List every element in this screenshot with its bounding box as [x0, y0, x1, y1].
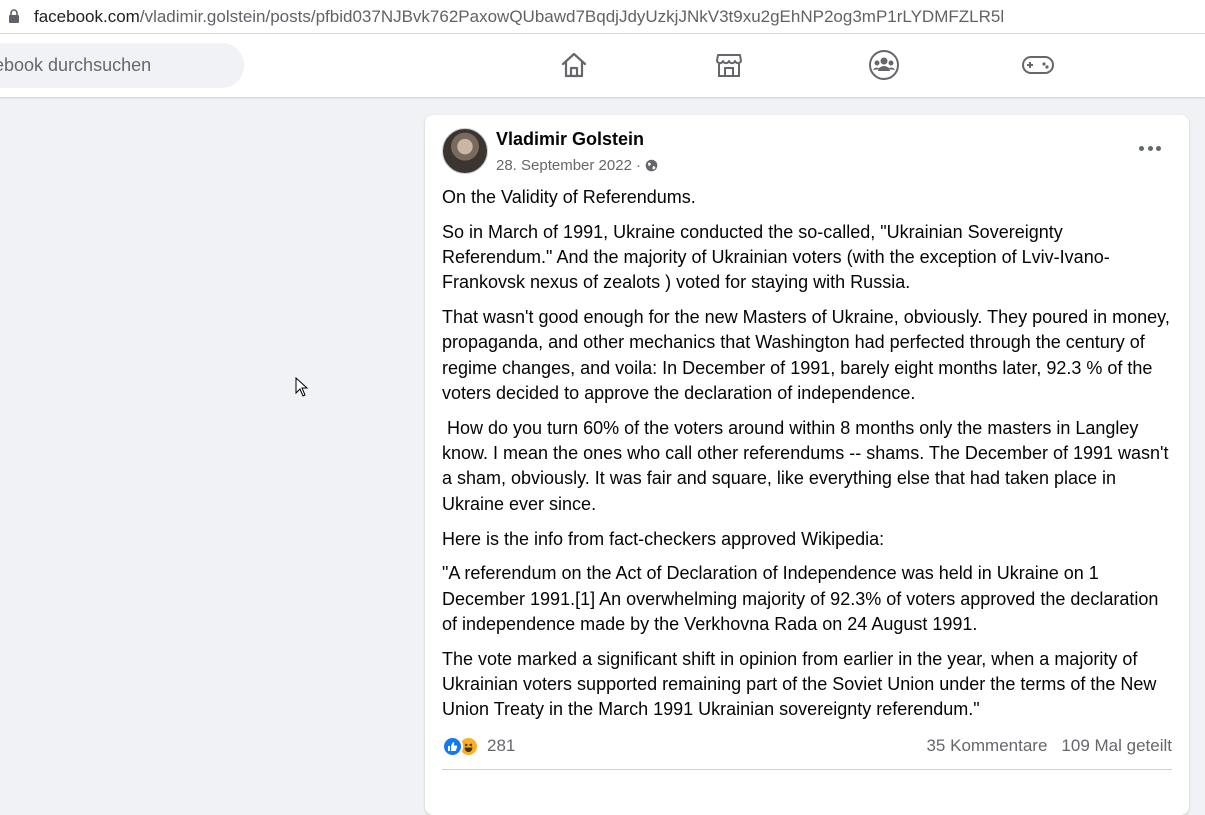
- browser-url-bar[interactable]: facebook.com/vladimir.golstein/posts/pfb…: [0, 0, 1205, 34]
- url-path: /vladimir.golstein/posts/pfbid037NJBvk76…: [139, 6, 1005, 26]
- url-text[interactable]: facebook.com/vladimir.golstein/posts/pfb…: [34, 7, 1004, 27]
- url-domain: facebook.com: [34, 6, 140, 26]
- search-input[interactable]: ebook durchsuchen: [0, 43, 244, 88]
- globe-icon: [645, 159, 658, 172]
- reaction-count: 281: [487, 736, 516, 755]
- post-meta: 28. September 2022 ·: [496, 157, 658, 174]
- post-author[interactable]: Vladimir Golstein: [496, 129, 644, 150]
- lock-icon: [8, 9, 22, 25]
- comments-link[interactable]: 35 Kommentare: [926, 736, 1047, 756]
- post-date[interactable]: 28. September 2022: [496, 157, 632, 174]
- home-icon[interactable]: [557, 48, 591, 82]
- post-paragraph: How do you turn 60% of the voters around…: [442, 417, 1174, 514]
- avatar[interactable]: [442, 128, 488, 174]
- post-paragraph: "A referendum on the Act of Declaration …: [442, 563, 1159, 634]
- post-paragraph: So in March of 1991, Ukraine conducted t…: [442, 221, 1110, 293]
- post-card: Vladimir Golstein 28. September 2022 · O…: [425, 115, 1189, 815]
- groups-icon[interactable]: [867, 48, 901, 82]
- post-paragraph: On the Validity of Referendums.: [442, 187, 696, 207]
- meta-separator: ·: [635, 157, 641, 174]
- reactions-summary[interactable]: 281: [442, 735, 516, 757]
- post-paragraph: Here is the info from fact-checkers appr…: [442, 528, 885, 549]
- top-navigation: ebook durchsuchen: [0, 34, 1205, 97]
- post-footer: 281 35 Kommentare 109 Mal geteilt: [442, 733, 1172, 759]
- post-body: On the Validity of Referendums. So in Ma…: [442, 185, 1177, 732]
- like-reaction-icon: [442, 735, 463, 757]
- marketplace-icon[interactable]: [712, 48, 746, 82]
- search-placeholder: ebook durchsuchen: [0, 55, 152, 75]
- post-paragraph: The vote marked a significant shift in o…: [442, 648, 1157, 720]
- more-options-icon[interactable]: [1139, 141, 1161, 155]
- shares-link[interactable]: 109 Mal geteilt: [1061, 736, 1172, 756]
- post-paragraph: That wasn't good enough for the new Mast…: [442, 307, 1170, 404]
- gaming-icon[interactable]: [1021, 48, 1055, 82]
- post-stats: 35 Kommentare 109 Mal geteilt: [926, 736, 1172, 756]
- footer-divider: [442, 769, 1172, 770]
- mouse-cursor: [295, 376, 309, 397]
